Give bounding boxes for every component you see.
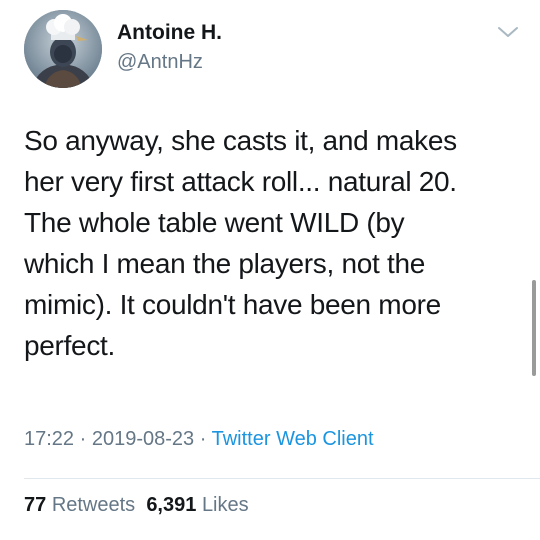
likes-label: Likes: [201, 494, 249, 516]
likes-count: 6,391: [146, 494, 197, 516]
retweets-count: 77: [24, 494, 47, 516]
tweet-text-line: perfect.: [24, 330, 115, 361]
tweet-text-line: which I mean the players, not the: [24, 248, 425, 279]
meta-separator: ·: [79, 428, 87, 450]
tweet-text-line: So anyway, she casts it, and makes: [24, 125, 457, 156]
retweets-label: Retweets: [51, 494, 136, 516]
likes-stat[interactable]: 6,391 Likes: [146, 494, 248, 516]
avatar[interactable]: [24, 10, 102, 88]
chevron-down-icon[interactable]: [496, 24, 520, 40]
scrollbar[interactable]: [532, 280, 536, 376]
tweet-time[interactable]: 17:22: [24, 428, 74, 450]
divider: [24, 478, 540, 479]
tweet-client-link[interactable]: Twitter Web Client: [212, 428, 374, 450]
author-handle[interactable]: @AntnHz: [117, 51, 203, 74]
tweet-stats: 77 Retweets 6,391 Likes: [24, 494, 249, 517]
retweets-stat[interactable]: 77 Retweets: [24, 494, 135, 516]
tweet-text-line: her very first attack roll... natural 20…: [24, 166, 457, 197]
tweet-date[interactable]: 2019-08-23: [92, 428, 194, 450]
meta-separator: ·: [199, 428, 207, 450]
tweet-text-line: The whole table went WILD (by: [24, 207, 405, 238]
tweet-card: Antoine H. @AntnHz So anyway, she casts …: [0, 0, 540, 540]
chef-hat-avatar-icon: [24, 10, 102, 88]
author-display-name[interactable]: Antoine H.: [117, 21, 222, 45]
tweet-metadata: 17:22 · 2019-08-23 · Twitter Web Client: [24, 428, 374, 451]
tweet-text-line: mimic). It couldn't have been more: [24, 289, 441, 320]
tweet-text: So anyway, she casts it, and makes her v…: [24, 120, 514, 366]
